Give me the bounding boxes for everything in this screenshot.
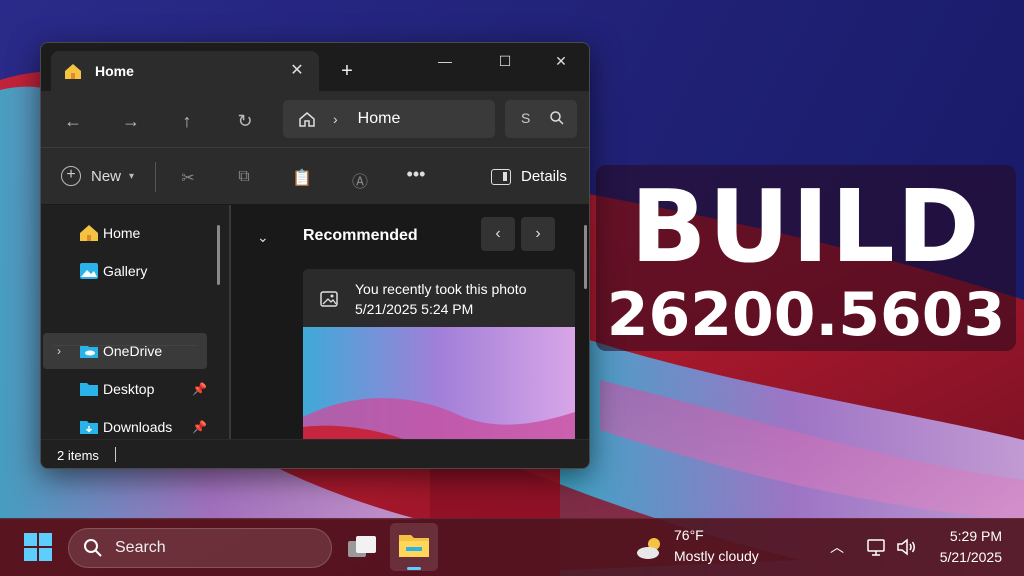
address-bar[interactable]: › Home	[283, 100, 495, 138]
new-label: New	[91, 167, 122, 185]
navigation-pane: Home Gallery › OneDrive Desktop 📌 Downlo…	[41, 205, 229, 439]
clock-time[interactable]: 5:29 PM	[934, 528, 1002, 544]
new-tab-button[interactable]: +	[337, 61, 357, 81]
next-button[interactable]: ›	[521, 217, 555, 251]
search-text-fragment: S	[521, 110, 531, 126]
photo-icon	[319, 289, 339, 309]
partly-cloudy-icon[interactable]	[634, 533, 666, 563]
search-icon	[549, 110, 565, 126]
content-pane: ⌄ Recommended ‹ › You recently took this…	[231, 205, 589, 439]
card-timestamp: 5/21/2025 5:24 PM	[355, 301, 474, 317]
details-pane-icon	[491, 168, 511, 185]
file-explorer-icon	[399, 535, 429, 557]
recommended-card[interactable]: You recently took this photo 5/21/2025 5…	[303, 269, 575, 439]
rename-icon[interactable]: Ⓐ	[349, 168, 371, 191]
details-label: Details	[521, 168, 567, 185]
content-scrollbar[interactable]	[584, 225, 587, 289]
sidebar-item-label: Desktop	[103, 381, 155, 397]
weather-temperature[interactable]: 76°F	[674, 527, 704, 543]
network-icon[interactable]	[866, 537, 888, 557]
close-tab-icon[interactable]: ✕	[287, 61, 307, 81]
navigation-bar: ← → ↑ ↻ › Home S	[41, 91, 589, 147]
plus-circle-icon: +	[61, 166, 81, 186]
maximize-button[interactable]: ☐	[485, 51, 525, 71]
gallery-icon	[79, 262, 99, 280]
home-outline-icon	[297, 109, 317, 129]
chevron-right-icon[interactable]: ›	[57, 344, 61, 358]
clock-date[interactable]: 5/21/2025	[924, 549, 1002, 565]
chevron-down-icon[interactable]: ⌄	[257, 229, 269, 246]
tab-home[interactable]: Home ✕	[51, 51, 319, 91]
item-count: 2 items	[57, 448, 99, 463]
chevron-down-icon: ▾	[129, 170, 135, 182]
home-icon	[79, 224, 99, 242]
downloads-folder-icon	[79, 418, 99, 436]
chevron-right-icon: ›	[333, 111, 338, 127]
weather-description[interactable]: Mostly cloudy	[674, 548, 759, 564]
back-button[interactable]: ←	[61, 109, 85, 133]
up-button[interactable]: ↑	[175, 109, 199, 133]
sidebar-item-home[interactable]: Home	[43, 215, 207, 251]
search-input[interactable]: S	[505, 100, 577, 138]
sidebar-item-desktop[interactable]: Desktop 📌	[43, 371, 207, 407]
build-title: BUILD	[630, 168, 982, 285]
minimize-button[interactable]: —	[425, 51, 465, 71]
divider	[53, 345, 197, 346]
pin-icon[interactable]: 📌	[192, 420, 207, 434]
command-bar: + New ▾ ✂ ⧉ 📋 Ⓐ ••• Details	[41, 147, 589, 205]
windows-logo-icon	[24, 533, 52, 561]
close-window-button[interactable]: ✕	[541, 51, 581, 71]
cut-icon[interactable]: ✂	[177, 168, 199, 188]
task-view-icon	[348, 536, 376, 557]
sidebar-item-label: Downloads	[103, 419, 173, 435]
title-bar: Home ✕ + — ☐ ✕	[41, 43, 589, 91]
tab-title: Home	[95, 63, 134, 79]
forward-button[interactable]: →	[119, 109, 143, 133]
sidebar-item-label: Gallery	[103, 263, 148, 279]
taskbar: Search 76°F Mostly cloudy ︿ 5:29 PM 5/21…	[0, 518, 1024, 576]
show-hidden-icons-chevron[interactable]: ︿	[830, 537, 844, 557]
desktop-folder-icon	[79, 380, 99, 398]
search-icon	[83, 538, 103, 558]
sidebar-item-label: Home	[103, 225, 141, 241]
taskbar-file-explorer[interactable]	[390, 523, 438, 571]
build-number: 26200.5603	[606, 280, 1006, 350]
start-button[interactable]	[22, 531, 54, 563]
sidebar-item-onedrive[interactable]: › OneDrive	[43, 333, 207, 369]
divider	[115, 447, 116, 462]
search-placeholder: Search	[115, 539, 166, 556]
previous-button[interactable]: ‹	[481, 217, 515, 251]
divider	[155, 162, 156, 192]
status-bar: 2 items	[41, 439, 589, 468]
volume-icon[interactable]	[896, 537, 918, 557]
refresh-button[interactable]: ↻	[233, 109, 257, 133]
details-button[interactable]: Details	[491, 168, 567, 185]
sidebar-scrollbar[interactable]	[217, 225, 220, 285]
home-icon	[63, 61, 83, 81]
running-indicator	[407, 567, 421, 570]
copy-icon[interactable]: ⧉	[233, 168, 255, 188]
recommended-heading: Recommended	[303, 227, 418, 244]
pin-icon[interactable]: 📌	[192, 382, 207, 396]
card-caption: You recently took this photo	[355, 281, 527, 297]
photo-thumbnail	[303, 327, 575, 439]
file-explorer-window: Home ✕ + — ☐ ✕ ← → ↑ ↻ › Home S + New ▾ …	[40, 42, 590, 469]
address-text: Home	[357, 110, 401, 127]
taskbar-search-box[interactable]: Search	[68, 528, 332, 568]
paste-icon[interactable]: 📋	[291, 168, 313, 188]
more-options-icon[interactable]: •••	[405, 164, 427, 184]
new-button[interactable]: + New ▾	[61, 166, 134, 186]
task-view-button[interactable]	[344, 531, 380, 563]
sidebar-item-gallery[interactable]: Gallery	[43, 253, 207, 289]
